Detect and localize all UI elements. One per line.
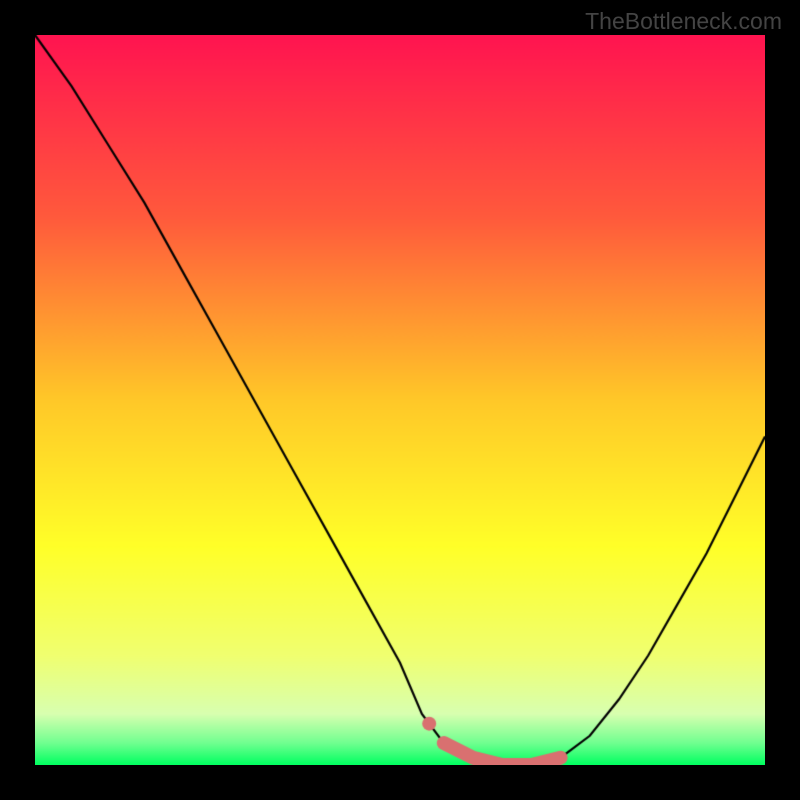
bottleneck-curve <box>35 35 765 765</box>
chart-area <box>35 35 765 765</box>
watermark-text: TheBottleneck.com <box>585 8 782 35</box>
